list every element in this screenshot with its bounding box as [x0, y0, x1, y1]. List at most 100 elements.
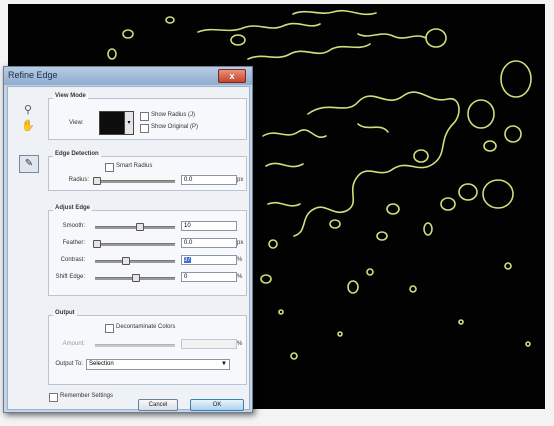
amount-field: [181, 339, 237, 349]
cancel-button[interactable]: Cancel: [138, 399, 178, 411]
edge-blob: [347, 280, 359, 294]
edge-blob: [425, 28, 447, 48]
photoshop-workspace: Refine Edge x ⚲ ✋ ✎ View Mode View: ▾ Sh…: [0, 0, 554, 426]
edge-blob: [440, 197, 456, 211]
view-mode-thumbnail[interactable]: [99, 111, 125, 135]
adjust-field[interactable]: 37: [181, 255, 237, 265]
adjust-label: Smooth:: [62, 223, 85, 229]
edge-blob: [290, 352, 298, 360]
adjust-label: Feather:: [62, 240, 85, 246]
refine-radius-brush-icon[interactable]: ✎: [19, 155, 39, 173]
view-mode-group: View Mode View: ▾ Show Radius (J) Show O…: [48, 93, 247, 140]
adjust-slider-thumb[interactable]: [132, 274, 140, 282]
adjust-label: Contrast:: [60, 257, 85, 263]
edge-blob: [122, 29, 134, 39]
edge-contour: [267, 201, 301, 207]
output-to-select[interactable]: Selection ▼: [86, 359, 230, 370]
edge-blob: [376, 231, 388, 241]
adjust-slider-thumb[interactable]: [122, 257, 130, 265]
refine-edge-dialog: Refine Edge x ⚲ ✋ ✎ View Mode View: ▾ Sh…: [3, 66, 253, 413]
adjust-unit: %: [237, 274, 243, 280]
adjust-edge-title: Adjust Edge: [53, 205, 93, 211]
edge-detection-title: Edge Detection: [53, 151, 101, 157]
adjust-field[interactable]: 10: [181, 221, 237, 231]
remember-settings-checkbox[interactable]: [49, 393, 58, 402]
adjust-value: 10: [184, 223, 191, 229]
edge-contour: [357, 33, 427, 39]
edge-blob: [329, 219, 341, 229]
edge-contour: [307, 91, 460, 170]
magnifier-icon[interactable]: ⚲: [21, 103, 35, 117]
adjust-label: Shift Edge:: [55, 274, 85, 280]
edge-blob: [409, 285, 417, 293]
adjust-edge-group: Adjust Edge Smooth: 10 Feather: 0.0 px Contra…: [48, 205, 247, 296]
radius-slider-thumb[interactable]: [93, 177, 101, 185]
amount-unit: %: [237, 341, 243, 347]
edge-circle: [504, 125, 522, 143]
edge-blob: [107, 48, 117, 60]
edge-blob: [504, 262, 512, 270]
ok-button[interactable]: OK: [190, 399, 244, 411]
adjust-slider-thumb[interactable]: [93, 240, 101, 248]
chevron-down-icon: ▼: [221, 361, 227, 367]
decontaminate-label: Decontaminate Colors: [116, 324, 176, 330]
adjust-field[interactable]: 0: [181, 272, 237, 282]
radius-field[interactable]: 0.0: [181, 175, 237, 185]
decontaminate-checkbox[interactable]: [105, 324, 114, 333]
smart-radius-label: Smart Radius: [116, 163, 153, 169]
adjust-unit: %: [237, 257, 243, 263]
edge-blob: [268, 239, 278, 249]
edge-contour: [262, 129, 327, 139]
adjust-slider[interactable]: [95, 260, 175, 263]
output-to-label: Output To:: [55, 361, 83, 367]
edge-contour: [197, 22, 321, 33]
edge-circle: [482, 179, 514, 209]
dialog-titlebar[interactable]: Refine Edge x: [4, 67, 252, 85]
edge-contour: [293, 168, 394, 237]
close-button[interactable]: x: [218, 69, 246, 83]
hand-icon[interactable]: ✋: [21, 119, 35, 133]
edge-blob: [165, 16, 175, 24]
smart-radius-checkbox[interactable]: [105, 163, 114, 172]
adjust-slider[interactable]: [95, 243, 175, 246]
adjust-unit: px: [237, 240, 244, 246]
edge-blob: [413, 149, 429, 163]
view-mode-title: View Mode: [53, 93, 88, 99]
edge-blob: [525, 341, 531, 347]
edge-blob: [458, 319, 464, 325]
amount-label: Amount:: [62, 341, 85, 347]
show-radius-label: Show Radius (J): [151, 112, 196, 118]
edge-blob: [337, 331, 343, 337]
show-radius-checkbox[interactable]: [140, 112, 149, 121]
radius-label: Radius:: [68, 177, 89, 183]
adjust-field[interactable]: 0.0: [181, 238, 237, 248]
edge-contour: [265, 162, 304, 168]
edge-contour: [357, 123, 389, 133]
edge-blob: [260, 274, 272, 284]
output-group: Output Decontaminate Colors Amount: % Ou…: [48, 310, 247, 385]
adjust-value: 37: [184, 257, 191, 263]
edge-circle: [483, 140, 497, 152]
adjust-value: 0.0: [184, 240, 193, 246]
show-original-checkbox[interactable]: [140, 124, 149, 133]
edge-blob: [386, 203, 400, 215]
edge-blob: [278, 309, 284, 315]
remember-settings-label: Remember Settings: [60, 393, 114, 399]
edge-blob: [366, 268, 374, 276]
edge-blob: [230, 34, 246, 46]
edge-circle: [458, 183, 478, 201]
edge-circle: [467, 99, 495, 129]
edge-contour: [292, 9, 377, 16]
radius-value: 0.0: [184, 177, 193, 183]
edge-circle: [500, 60, 532, 98]
view-mode-dropdown[interactable]: ▾: [124, 111, 134, 135]
adjust-slider-thumb[interactable]: [136, 223, 144, 231]
output-title: Output: [53, 310, 77, 316]
adjust-value: 0: [184, 274, 188, 280]
edge-contour: [247, 43, 371, 60]
output-to-value: Selection: [89, 361, 114, 367]
view-label: View:: [69, 120, 84, 126]
dialog-body: ⚲ ✋ ✎ View Mode View: ▾ Show Radius (J) …: [7, 86, 250, 411]
radius-slider[interactable]: [95, 180, 175, 183]
adjust-slider[interactable]: [95, 226, 175, 229]
